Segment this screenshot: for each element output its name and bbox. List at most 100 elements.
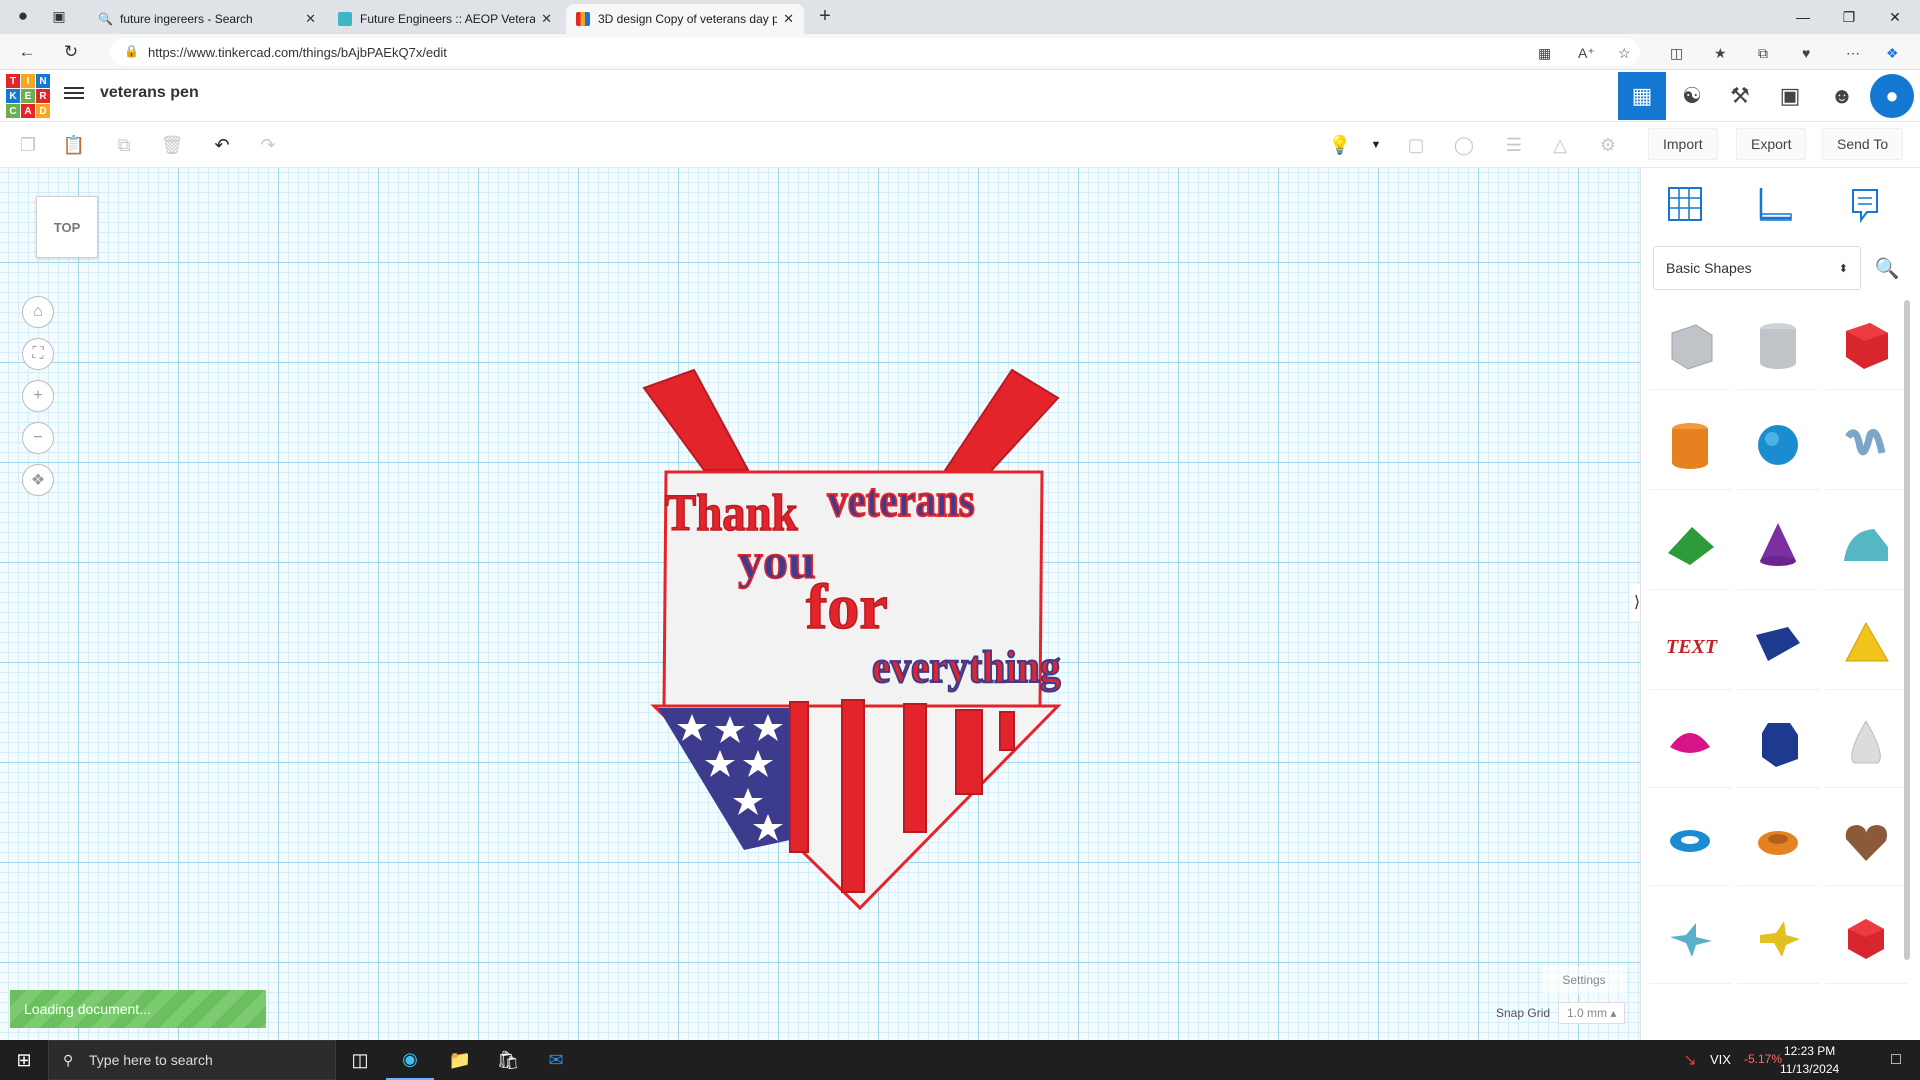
show-all-icon[interactable]: 💡	[1326, 132, 1354, 158]
close-icon[interactable]: ✕	[783, 11, 794, 27]
notifications-icon[interactable]: □	[1872, 1040, 1920, 1080]
ungroup-icon[interactable]: ◯	[1450, 132, 1478, 158]
close-icon[interactable]: ✕	[541, 11, 552, 27]
export-button[interactable]: Export	[1736, 128, 1807, 160]
codeblocks-icon[interactable]: ⚒	[1716, 72, 1764, 120]
collections-icon[interactable]: ⧉	[1758, 45, 1768, 62]
shape-category-select[interactable]: Basic Shapes ⬍	[1653, 246, 1861, 290]
undo-icon[interactable]: ↶	[208, 132, 236, 158]
panel-scrollbar[interactable]	[1904, 300, 1910, 960]
split-screen-icon[interactable]: ◫	[1670, 45, 1683, 62]
import-button[interactable]: Import	[1648, 128, 1718, 160]
send-to-button[interactable]: Send To	[1822, 128, 1904, 160]
notes-icon[interactable]	[1841, 180, 1889, 228]
url-field[interactable]: 🔒 https://www.tinkercad.com/things/bAjbP…	[110, 38, 1640, 66]
view-cube[interactable]: TOP	[36, 196, 98, 258]
profile-icon[interactable]: ●	[10, 4, 36, 28]
back-button[interactable]: ←	[14, 40, 40, 64]
group-icon[interactable]: ▢	[1402, 132, 1430, 158]
loading-status: Loading document...	[10, 990, 266, 1028]
tab-search[interactable]: 🔍 future ingereers - Search ✕	[88, 4, 326, 34]
shape-wedge[interactable]	[1737, 600, 1819, 690]
shape-half-sphere[interactable]	[1649, 698, 1731, 788]
read-aloud-icon[interactable]: A⁺	[1578, 45, 1595, 62]
minimize-button[interactable]: —	[1780, 0, 1826, 34]
stock-chart-icon[interactable]: ↘	[1666, 1040, 1714, 1080]
microsoft-store-icon[interactable]: 🛍	[484, 1040, 532, 1080]
add-user-icon[interactable]: ☻	[1818, 72, 1866, 120]
settings-button[interactable]: Settings	[1542, 966, 1626, 994]
shape-round-roof[interactable]	[1825, 500, 1907, 590]
windows-start-icon[interactable]: ⊞	[0, 1040, 48, 1080]
fit-view-icon[interactable]: ⛶	[22, 338, 54, 370]
avatar[interactable]: ●	[1870, 74, 1914, 118]
shape-polygon[interactable]	[1737, 698, 1819, 788]
copilot-icon[interactable]: ❖	[1886, 45, 1899, 62]
document-title[interactable]: veterans pen	[100, 84, 199, 102]
cruise-icon[interactable]: ⚙	[1594, 132, 1622, 158]
shape-box[interactable]	[1825, 300, 1907, 390]
app-available-icon[interactable]: ▦	[1538, 45, 1551, 62]
paste-icon[interactable]: 📋	[60, 132, 88, 158]
perspective-icon[interactable]: ❖	[22, 464, 54, 496]
zoom-out-icon[interactable]: −	[22, 422, 54, 454]
outlook-icon[interactable]: ✉	[532, 1040, 580, 1080]
logo-letter: T	[6, 74, 20, 88]
duplicate-icon[interactable]: ⧉	[110, 132, 138, 158]
tinkercad-logo[interactable]: T I N K E R C A D	[6, 74, 50, 118]
new-tab-button[interactable]: +	[812, 4, 838, 28]
delete-icon[interactable]: 🗑	[158, 132, 186, 158]
shape-star[interactable]	[1649, 894, 1731, 984]
circuits-icon[interactable]: ☯	[1668, 72, 1716, 120]
tab-actions-icon[interactable]: ▣	[46, 4, 72, 28]
redo-icon[interactable]: ↷	[254, 132, 282, 158]
tab-future-engineers[interactable]: Future Engineers :: AEOP Veterans ✕	[328, 4, 562, 34]
shape-star-gold[interactable]	[1737, 894, 1819, 984]
shape-roof[interactable]	[1649, 500, 1731, 590]
shape-scribble[interactable]	[1825, 400, 1907, 490]
chevron-down-icon[interactable]: ▼	[1362, 132, 1390, 158]
shape-sphere[interactable]	[1737, 400, 1819, 490]
shape-pyramid[interactable]	[1825, 600, 1907, 690]
shape-cone[interactable]	[1737, 500, 1819, 590]
browser-essentials-icon[interactable]: ♥	[1802, 45, 1810, 61]
left-strap	[642, 368, 750, 471]
file-explorer-icon[interactable]: 📁	[436, 1040, 484, 1080]
shape-cylinder-hole[interactable]	[1737, 300, 1819, 390]
taskbar-search[interactable]: ⚲ Type here to search	[48, 1040, 336, 1080]
ruler-icon[interactable]	[1751, 180, 1799, 228]
shape-box-hole[interactable]	[1649, 300, 1731, 390]
sim-lab-icon[interactable]: ▣	[1766, 72, 1814, 120]
copy-icon[interactable]: ❐	[14, 132, 42, 158]
3d-view-grid-icon[interactable]: ▦	[1618, 72, 1666, 120]
veterans-pen-design[interactable]: Thank veterans you for everything	[620, 360, 1080, 920]
shape-text[interactable]: TEXT	[1649, 600, 1731, 690]
word-for: for	[806, 571, 888, 642]
address-bar-row: ← ↻ 🔒 https://www.tinkercad.com/things/b…	[0, 34, 1920, 70]
tab-tinkercad[interactable]: 3D design Copy of veterans day p ✕	[566, 4, 804, 34]
window-close-button[interactable]: ✕	[1872, 0, 1918, 34]
home-view-icon[interactable]: ⌂	[22, 296, 54, 328]
snap-grid-select[interactable]: 1.0 mm ▴	[1558, 1002, 1626, 1024]
design-menu-icon[interactable]	[64, 84, 84, 104]
shape-paraboloid[interactable]	[1825, 698, 1907, 788]
shape-icosahedron[interactable]	[1825, 894, 1907, 984]
favorite-star-icon[interactable]: ☆	[1618, 45, 1631, 62]
shape-cylinder[interactable]	[1649, 400, 1731, 490]
system-clock[interactable]: 12:23 PM 11/13/2024	[1780, 1042, 1839, 1078]
align-icon[interactable]: ☰	[1500, 132, 1528, 158]
edge-browser-icon[interactable]: ◉	[386, 1040, 434, 1080]
mirror-icon[interactable]: △	[1546, 132, 1574, 158]
shape-heart[interactable]	[1825, 796, 1907, 886]
restore-button[interactable]: ❐	[1826, 0, 1872, 34]
shape-tube[interactable]	[1737, 796, 1819, 886]
shape-torus[interactable]	[1649, 796, 1731, 886]
zoom-in-icon[interactable]: +	[22, 380, 54, 412]
favorites-icon[interactable]: ★	[1714, 45, 1727, 62]
search-icon[interactable]: 🔍	[1865, 246, 1909, 290]
more-icon[interactable]: ⋯	[1846, 45, 1860, 62]
workplane-icon[interactable]	[1661, 180, 1709, 228]
close-icon[interactable]: ✕	[305, 11, 316, 27]
refresh-button[interactable]: ↻	[58, 40, 84, 64]
task-view-icon[interactable]: ◫	[336, 1040, 384, 1080]
